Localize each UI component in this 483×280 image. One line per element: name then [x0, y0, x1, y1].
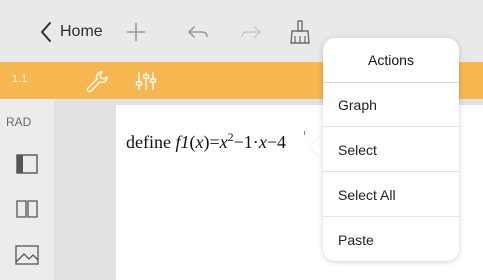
image-icon[interactable] — [12, 242, 42, 268]
define-keyword: define — [126, 132, 176, 152]
layout-icon[interactable] — [12, 151, 42, 177]
book-icon[interactable] — [12, 195, 42, 221]
clear-brush-icon[interactable] — [286, 18, 314, 46]
chevron-left-icon[interactable] — [38, 20, 54, 44]
function-argument: x — [195, 132, 204, 152]
menu-item-paste[interactable]: Paste — [323, 218, 459, 261]
expression-trailing: −4 — [266, 132, 286, 152]
redo-icon[interactable] — [237, 18, 265, 46]
text-cursor — [304, 131, 305, 135]
variable-x-second: x — [258, 132, 267, 152]
wrench-icon[interactable] — [84, 68, 110, 94]
actions-title: Actions — [323, 38, 459, 83]
menu-item-select-all[interactable]: Select All — [323, 173, 459, 217]
expression-tail: −1· — [233, 132, 259, 152]
menu-item-graph[interactable]: Graph — [323, 83, 459, 127]
variable-x: x — [219, 132, 228, 152]
page-number[interactable]: 1.1 — [12, 73, 27, 85]
menu-item-select[interactable]: Select — [323, 128, 459, 172]
actions-popover: Actions Graph Select Select All Paste — [323, 38, 459, 261]
angle-mode-indicator[interactable]: RAD — [6, 115, 31, 129]
function-name: f1 — [175, 132, 190, 152]
left-sidebar: RAD — [0, 99, 54, 280]
app-window: Home 1.1 RAD define f1(x)=x2−1·x−4 Actio… — [0, 0, 483, 280]
close-paren-equals: )= — [203, 132, 220, 152]
home-back-button[interactable]: Home — [60, 23, 103, 41]
undo-icon[interactable] — [184, 18, 212, 46]
popover-arrow — [309, 135, 324, 159]
plus-icon[interactable] — [122, 18, 150, 46]
sliders-icon[interactable] — [133, 68, 159, 94]
